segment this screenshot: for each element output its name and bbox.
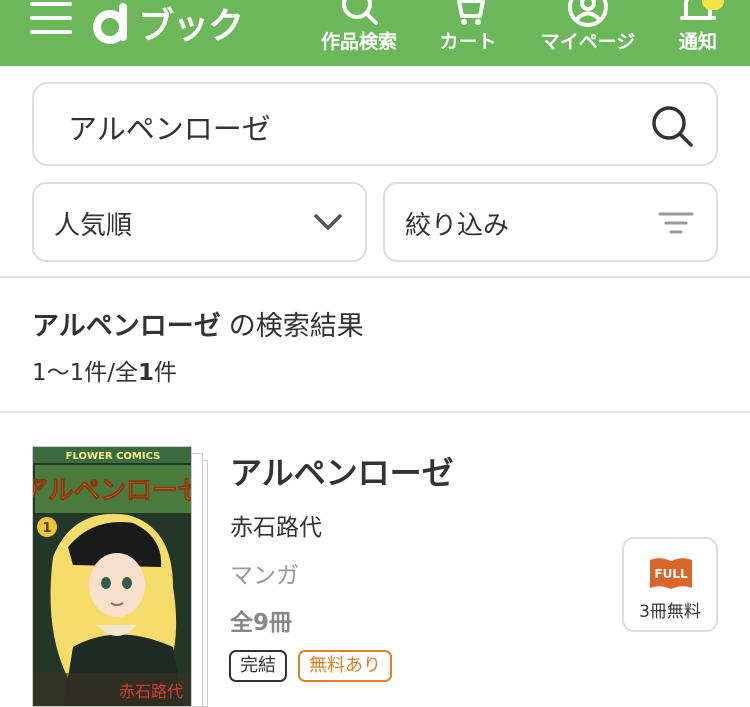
book-volume-count: 全9冊 xyxy=(230,610,293,636)
sort-selected: 人気順 xyxy=(54,211,133,241)
user-icon xyxy=(568,0,608,27)
results-title-suffix: の検索結果 xyxy=(228,311,364,342)
book-title[interactable]: アルペンローゼ xyxy=(230,448,454,494)
search-icon xyxy=(342,0,378,25)
filter-icon xyxy=(658,212,694,234)
full-icon-text: FULL xyxy=(654,567,688,581)
search-input[interactable]: アルペンローゼ xyxy=(32,82,718,166)
book-genre: マンガ xyxy=(230,563,299,589)
filter-label: 絞り込み xyxy=(405,211,510,241)
divider xyxy=(0,276,750,278)
results-range: 1〜1件/全 xyxy=(32,360,139,386)
full-book-icon: FULL xyxy=(650,558,692,589)
book-cover-image: FLOWER COMICS アルペンローゼ 1 赤石路代 xyxy=(33,447,192,706)
results-count: 1〜1件/全1件 xyxy=(32,353,177,387)
menu-icon[interactable] xyxy=(30,2,74,36)
nav-notification[interactable]: 通知 xyxy=(672,0,724,66)
results-keyword: アルペンローゼ xyxy=(32,311,221,342)
filter-button[interactable]: 絞り込み xyxy=(383,182,718,262)
cover-series-text: FLOWER COMICS xyxy=(66,451,161,462)
free-volumes-badge[interactable]: FULL 3冊無料 xyxy=(622,537,718,632)
book-author[interactable]: 赤石路代 xyxy=(230,508,322,542)
free-volumes-label: 3冊無料 xyxy=(639,602,701,622)
nav-search[interactable]: 作品検索 xyxy=(315,0,403,66)
app-header: ブック 作品検索 カート マイページ 通知 xyxy=(0,0,750,66)
completed-tag: 完結 xyxy=(229,650,287,682)
divider xyxy=(0,411,750,413)
book-cover[interactable]: FLOWER COMICS アルペンローゼ 1 赤石路代 xyxy=(32,446,192,707)
cart-icon xyxy=(456,0,485,25)
notification-badge xyxy=(702,0,724,10)
results-total: 1 xyxy=(138,360,155,386)
search-icon[interactable] xyxy=(650,104,694,148)
cover-volume-text: 1 xyxy=(42,521,51,536)
nav-mypage[interactable]: マイページ xyxy=(536,0,640,66)
free-available-tag: 無料あり xyxy=(298,650,392,682)
logo-text: ブック xyxy=(138,6,244,47)
search-input-value: アルペンローゼ xyxy=(68,112,271,146)
nav-search-label: 作品検索 xyxy=(320,31,397,53)
d-logo-icon xyxy=(93,3,127,44)
nav-mypage-label: マイページ xyxy=(540,31,636,53)
cover-title-text: アルペンローゼ xyxy=(33,476,192,506)
nav-cart-label: カート xyxy=(439,31,497,53)
chevron-down-icon xyxy=(314,214,342,230)
dbook-logo[interactable]: ブック xyxy=(92,0,244,47)
nav-cart[interactable]: カート xyxy=(432,0,504,66)
sort-dropdown[interactable]: 人気順 xyxy=(32,182,367,262)
results-heading: アルペンローゼ の検索結果 xyxy=(32,304,364,343)
results-unit: 件 xyxy=(154,360,178,386)
nav-notification-label: 通知 xyxy=(678,31,717,53)
cover-author-text: 赤石路代 xyxy=(119,682,183,701)
